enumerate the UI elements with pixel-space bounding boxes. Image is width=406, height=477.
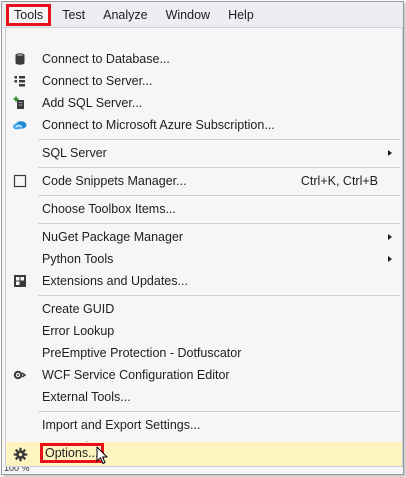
menu-item-label: Connect to Server... bbox=[42, 74, 153, 88]
extensions-icon bbox=[12, 273, 28, 289]
menu-item-label: Code Snippets Manager... bbox=[42, 174, 187, 188]
tools-dropdown-menu: Connect to Database... Connect to Server… bbox=[5, 27, 403, 467]
menu-item-label: Connect to Database... bbox=[42, 52, 170, 66]
gear-icon bbox=[12, 446, 28, 462]
menu-item-sql-server[interactable]: SQL Server bbox=[6, 142, 402, 164]
menu-separator bbox=[38, 139, 400, 140]
add-sql-server-icon bbox=[12, 95, 28, 111]
menubar-window[interactable]: Window bbox=[159, 4, 217, 26]
menubar-analyze[interactable]: Analyze bbox=[96, 4, 154, 26]
menu-item-label: Create GUID bbox=[42, 302, 115, 316]
menu-item-label: SQL Server bbox=[42, 146, 107, 160]
menu-item-shortcut: Ctrl+K, Ctrl+B bbox=[300, 174, 378, 188]
screenshot-frame: Tools Test Analyze Window Help 100 % Con… bbox=[1, 1, 404, 475]
menu-item-options[interactable]: Options... bbox=[6, 442, 402, 466]
menu-item-code-snippets-manager[interactable]: Code Snippets Manager... Ctrl+K, Ctrl+B bbox=[6, 170, 402, 192]
menu-item-import-export-settings[interactable]: Import and Export Settings... bbox=[6, 414, 402, 436]
menu-bar: Tools Test Analyze Window Help bbox=[2, 2, 403, 28]
menu-item-label: Import and Export Settings... bbox=[42, 418, 201, 432]
menu-item-connect-to-azure[interactable]: Connect to Microsoft Azure Subscription.… bbox=[6, 114, 402, 136]
server-icon bbox=[12, 73, 28, 89]
snippet-icon bbox=[12, 173, 28, 189]
menu-item-wcf-service-configuration-editor[interactable]: WCF Service Configuration Editor bbox=[6, 364, 402, 386]
wcf-config-icon bbox=[12, 367, 28, 383]
mouse-cursor-icon bbox=[96, 446, 108, 468]
menu-item-label: Error Lookup bbox=[42, 324, 115, 338]
submenu-arrow-icon bbox=[388, 150, 392, 156]
menu-separator bbox=[38, 167, 400, 168]
menu-item-label: Options... bbox=[40, 443, 104, 463]
menu-item-label: External Tools... bbox=[42, 390, 131, 404]
menu-item-label: PreEmptive Protection - Dotfuscator bbox=[42, 346, 242, 360]
menu-separator bbox=[38, 223, 400, 224]
menu-item-error-lookup[interactable]: Error Lookup bbox=[6, 320, 402, 342]
menu-item-python-tools[interactable]: Python Tools bbox=[6, 248, 402, 270]
menubar-help[interactable]: Help bbox=[221, 4, 261, 26]
menu-separator bbox=[38, 411, 400, 412]
menu-item-connect-to-server[interactable]: Connect to Server... bbox=[6, 70, 402, 92]
database-icon bbox=[12, 51, 28, 67]
menu-item-nuget-package-manager[interactable]: NuGet Package Manager bbox=[6, 226, 402, 248]
menu-item-label: Python Tools bbox=[42, 252, 114, 266]
menu-item-external-tools[interactable]: External Tools... bbox=[6, 386, 402, 408]
menubar-tools[interactable]: Tools bbox=[6, 3, 52, 26]
submenu-arrow-icon bbox=[388, 234, 392, 240]
menu-item-preemptive-protection[interactable]: PreEmptive Protection - Dotfuscator bbox=[6, 342, 402, 364]
menu-separator bbox=[38, 195, 400, 196]
menu-separator bbox=[38, 295, 400, 296]
menu-item-label: Connect to Microsoft Azure Subscription.… bbox=[42, 118, 275, 132]
menu-item-label: Extensions and Updates... bbox=[42, 274, 188, 288]
menu-item-label: Add SQL Server... bbox=[42, 96, 143, 110]
submenu-arrow-icon bbox=[388, 256, 392, 262]
menu-item-choose-toolbox-items[interactable]: Choose Toolbox Items... bbox=[6, 198, 402, 220]
azure-cloud-icon bbox=[12, 117, 28, 133]
menu-item-add-sql-server[interactable]: Add SQL Server... bbox=[6, 92, 402, 114]
menubar-test[interactable]: Test bbox=[55, 4, 92, 26]
menu-item-label: WCF Service Configuration Editor bbox=[42, 368, 230, 382]
menu-item-create-guid[interactable]: Create GUID bbox=[6, 298, 402, 320]
menu-item-label: Choose Toolbox Items... bbox=[42, 202, 176, 216]
menu-item-connect-to-database[interactable]: Connect to Database... bbox=[6, 48, 402, 70]
menu-item-label: NuGet Package Manager bbox=[42, 230, 184, 244]
menu-item-extensions-and-updates[interactable]: Extensions and Updates... bbox=[6, 270, 402, 292]
